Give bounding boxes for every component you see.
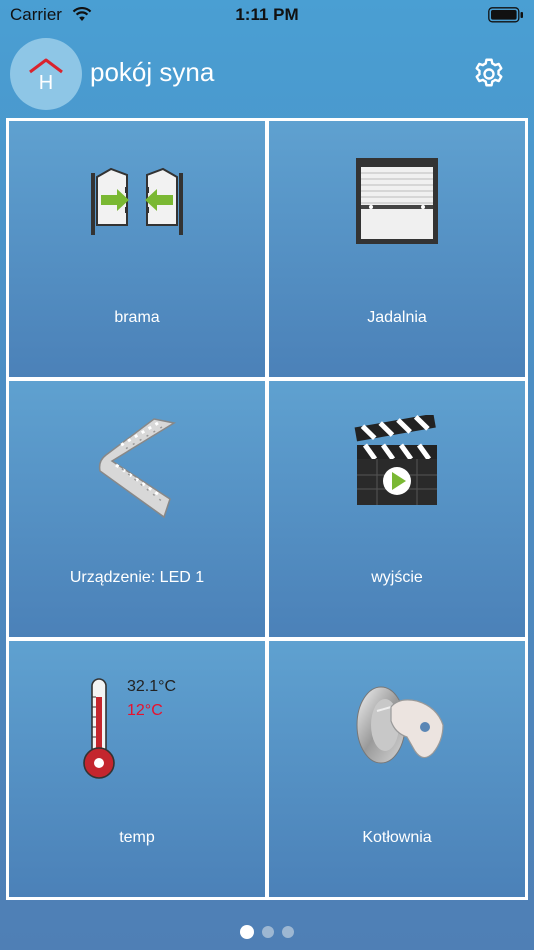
tile-label: temp bbox=[119, 829, 155, 846]
device-grid: brama Jadalnia Urządzenie: LED 1 wyjście… bbox=[6, 118, 528, 900]
tile-kotlownia[interactable]: Kotłownia bbox=[269, 641, 525, 897]
tile-brama[interactable]: brama bbox=[9, 121, 265, 377]
tile-label: wyjście bbox=[371, 569, 423, 586]
tile-label: Urządzenie: LED 1 bbox=[69, 569, 205, 586]
logo-letter: H bbox=[39, 72, 53, 92]
tile-label: brama bbox=[114, 309, 160, 326]
clapperboard-icon bbox=[354, 415, 437, 505]
page-indicator[interactable] bbox=[0, 925, 534, 939]
set-temperature: 12°C bbox=[127, 702, 163, 719]
house-icon: H bbox=[29, 58, 63, 92]
tile-wyjscie[interactable]: wyjście bbox=[269, 381, 525, 637]
tile-temp[interactable]: 32.1°C 12°C temp bbox=[9, 641, 265, 897]
page-dot-3[interactable] bbox=[282, 926, 294, 938]
tile-label: Kotłownia bbox=[362, 829, 432, 846]
page-title: pokój syna bbox=[90, 57, 215, 87]
home-logo[interactable]: H bbox=[10, 38, 82, 110]
led-strip-icon bbox=[98, 418, 177, 519]
battery-icon bbox=[488, 7, 523, 23]
gear-icon[interactable] bbox=[471, 56, 507, 92]
page-dot-2[interactable] bbox=[262, 926, 274, 938]
thermometer-icon bbox=[83, 678, 115, 779]
gate-icon bbox=[91, 167, 183, 235]
tile-jadalnia[interactable]: Jadalnia bbox=[269, 121, 525, 377]
page-dot-1[interactable] bbox=[240, 925, 254, 939]
clock: 1:11 PM bbox=[235, 5, 299, 24]
roller-shutter-icon bbox=[356, 158, 438, 244]
tile-label: Jadalnia bbox=[367, 309, 427, 326]
key-icon bbox=[356, 686, 444, 764]
app-header: H pokój syna bbox=[0, 30, 534, 118]
temperature-readout: 32.1°C 12°C bbox=[127, 675, 176, 723]
status-bar: Carrier 1:11 PM bbox=[0, 0, 534, 30]
current-temperature: 32.1°C bbox=[127, 678, 177, 695]
tile-led[interactable]: Urządzenie: LED 1 bbox=[9, 381, 265, 637]
